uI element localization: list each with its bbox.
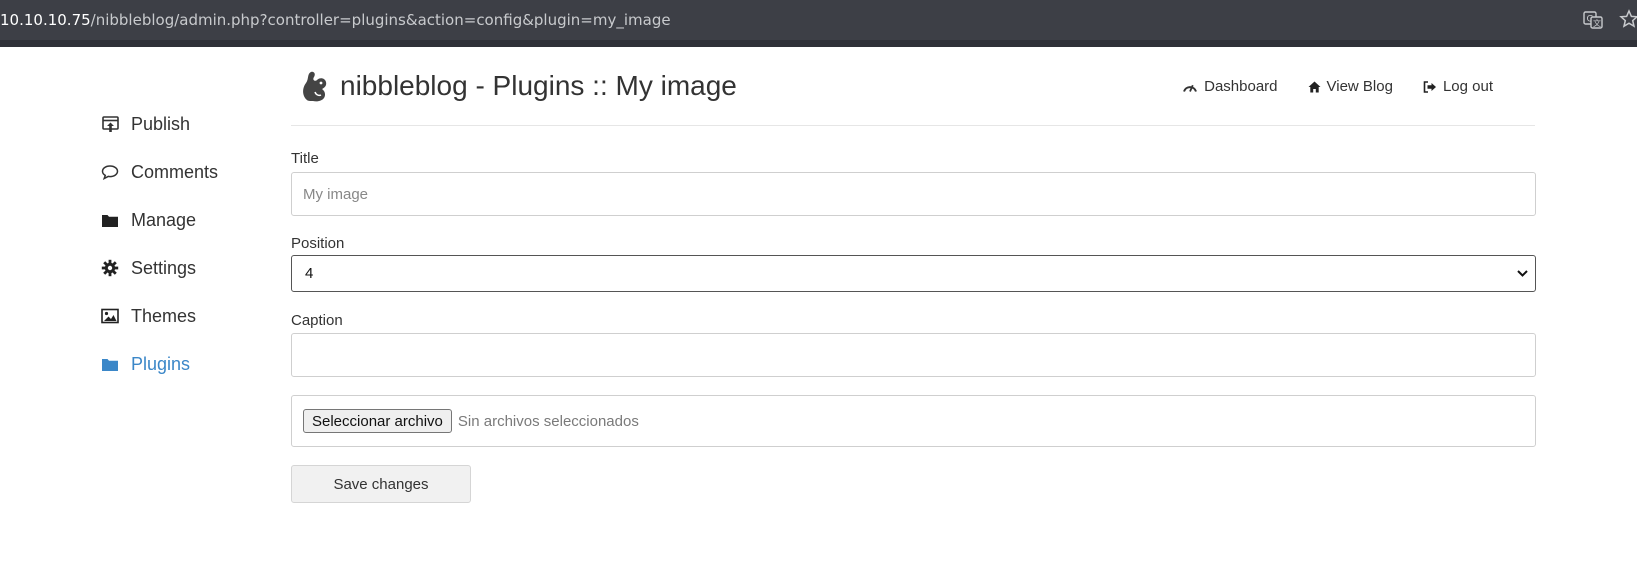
url-text[interactable]: 10.10.10.75/nibbleblog/admin.php?control…: [0, 0, 671, 40]
folder-icon: [100, 354, 120, 374]
sidebar-item-label: Settings: [131, 257, 197, 278]
picture-icon: [100, 306, 120, 326]
view-blog-link[interactable]: View Blog: [1308, 78, 1393, 95]
sidebar-item-label: Publish: [131, 113, 191, 134]
sidebar-item-publish[interactable]: Publish: [100, 100, 270, 148]
sidebar-item-label: Manage: [131, 209, 197, 230]
file-status-text: Sin archivos seleccionados: [457, 412, 639, 430]
publish-icon: [100, 114, 120, 134]
gear-icon: [100, 258, 120, 278]
page-header: nibbleblog - Plugins :: My image Dashboa…: [291, 66, 1535, 126]
address-bar[interactable]: 10.10.10.75/nibbleblog/admin.php?control…: [0, 0, 1637, 40]
sidebar: Publish Comments Manage Settings Themes …: [100, 100, 270, 388]
plugin-config-form: Title Position 4 Caption Seleccionar arc…: [291, 150, 1536, 503]
sidebar-item-comments[interactable]: Comments: [100, 148, 270, 196]
view-blog-label: View Blog: [1326, 78, 1393, 95]
caption-label: Caption: [291, 312, 343, 329]
dashboard-link[interactable]: Dashboard: [1182, 78, 1278, 95]
svg-text:文: 文: [1593, 18, 1601, 28]
sidebar-item-settings[interactable]: Settings: [100, 244, 270, 292]
top-nav: Dashboard View Blog Log out: [1182, 78, 1493, 95]
folder-icon: [100, 210, 120, 230]
star-icon[interactable]: [1619, 9, 1637, 29]
browser-toolbar-strip: [0, 40, 1637, 47]
dashboard-label: Dashboard: [1204, 78, 1278, 95]
chevron-down-icon: [1517, 270, 1528, 277]
sidebar-item-themes[interactable]: Themes: [100, 292, 270, 340]
choose-file-button[interactable]: Seleccionar archivo: [303, 409, 452, 433]
log-out-link[interactable]: Log out: [1423, 78, 1493, 95]
sidebar-item-manage[interactable]: Manage: [100, 196, 270, 244]
url-path: /nibbleblog/admin.php?controller=plugins…: [90, 11, 671, 29]
speech-bubble-icon: [100, 162, 120, 182]
position-label: Position: [291, 235, 345, 252]
sidebar-item-label: Comments: [131, 161, 219, 182]
caption-input[interactable]: [291, 333, 1536, 377]
save-changes-button[interactable]: Save changes: [291, 465, 471, 503]
title-label: Title: [291, 150, 319, 167]
title-input[interactable]: [291, 172, 1536, 216]
speedometer-icon: [1183, 84, 1198, 92]
translate-icon[interactable]: G 文: [1583, 11, 1603, 29]
page-title: nibbleblog - Plugins :: My image: [340, 70, 737, 101]
file-upload-field: Seleccionar archivo Sin archivos selecci…: [291, 395, 1536, 447]
log-out-icon: [1423, 80, 1436, 93]
sidebar-item-label: Themes: [131, 305, 197, 326]
position-select[interactable]: 4: [291, 255, 1536, 292]
home-icon: [1308, 81, 1321, 92]
log-out-label: Log out: [1442, 78, 1493, 95]
sidebar-item-plugins[interactable]: Plugins: [100, 340, 270, 388]
position-selected-value: 4: [305, 265, 314, 282]
url-host: 10.10.10.75: [0, 11, 91, 29]
squirrel-logo-icon: [303, 71, 327, 102]
sidebar-item-label: Plugins: [131, 353, 191, 374]
